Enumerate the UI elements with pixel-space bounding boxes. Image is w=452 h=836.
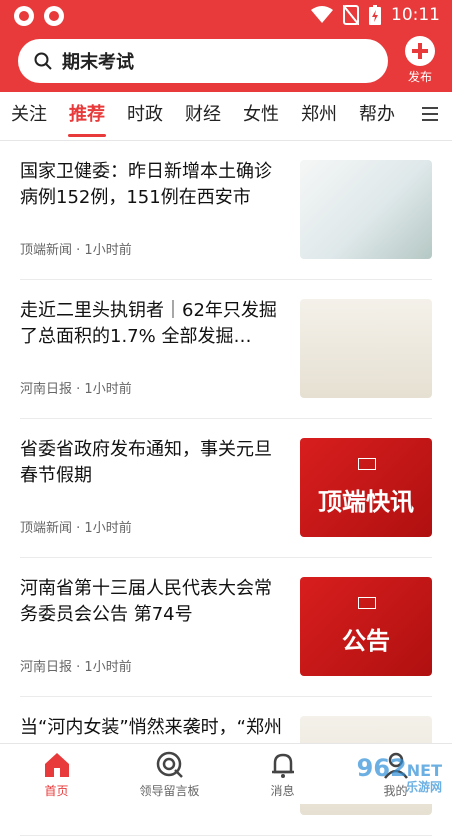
news-thumbnail: 顶端快讯 <box>300 438 432 537</box>
watermark-logo: 962NET 乐游网 <box>356 754 442 794</box>
system-status: 10:11 <box>311 5 440 25</box>
notification-icons <box>14 6 64 26</box>
news-title: 国家卫健委：昨日新增本土确诊病例152例，151例在西安市 <box>20 161 272 208</box>
channel-tabs: 关注 推荐 时政 财经 女性 郑州 帮办 <box>0 92 452 141</box>
clock: 10:11 <box>391 5 440 25</box>
tab-5[interactable]: 郑州 <box>290 92 348 140</box>
news-time: 1小时前 <box>84 243 132 258</box>
news-item[interactable]: 走近二里头执钥者｜62年只发掘了总面积的1.7% 全部发掘… 河南日报 · 1小时… <box>0 280 452 419</box>
tab-6[interactable]: 帮办 <box>348 92 406 140</box>
brand-tag <box>358 597 376 609</box>
tab-4[interactable]: 女性 <box>232 92 290 140</box>
publish-button[interactable]: 发布 <box>400 36 440 85</box>
tab-0[interactable]: 关注 <box>0 92 58 140</box>
brand-tag <box>358 458 376 470</box>
app-notification-icon <box>14 6 34 26</box>
news-meta: 河南日报 · 1小时前 <box>20 382 132 397</box>
news-time: 1小时前 <box>84 382 132 397</box>
news-item[interactable]: 省委省政府发布通知，事关元旦春节假期顶端新闻 · 1小时前 顶端快讯 <box>0 419 452 558</box>
news-meta: 顶端新闻 · 1小时前 <box>20 243 132 258</box>
thumbnail-text: 公告 <box>342 627 390 655</box>
publish-label: 发布 <box>407 70 432 84</box>
nav-label: 领导留言板 <box>139 784 200 798</box>
news-title: 河南省第十三届人民代表大会常务委员会公告 第74号 <box>20 578 272 625</box>
news-item[interactable]: 河南省第十三届人民代表大会常务委员会公告 第74号河南日报 · 1小时前 公告 <box>0 558 452 697</box>
news-time: 1小时前 <box>84 660 132 675</box>
wifi-icon <box>311 6 333 23</box>
news-title: 省委省政府发布通知，事关元旦春节假期 <box>20 439 272 486</box>
news-time: 1小时前 <box>84 521 132 536</box>
battery-charging-icon <box>369 5 381 25</box>
search-icon <box>34 52 52 70</box>
nav-bell[interactable]: 消息 <box>226 744 339 804</box>
tab-1[interactable]: 推荐 <box>58 92 116 140</box>
news-source: 顶端新闻 <box>20 521 73 536</box>
news-thumbnail: 公告 <box>300 577 432 676</box>
news-item[interactable]: 国家卫健委：昨日新增本土确诊病例152例，151例在西安市顶端新闻 · 1小时前 <box>0 141 452 280</box>
nav-label: 首页 <box>44 784 69 798</box>
news-meta: 河南日报 · 1小时前 <box>20 660 132 675</box>
app-notification-icon <box>44 6 64 26</box>
no-sim-icon <box>343 5 359 25</box>
news-thumbnail <box>300 299 432 398</box>
bell-icon <box>268 750 298 780</box>
home-icon <box>42 750 72 780</box>
tab-2[interactable]: 时政 <box>116 92 174 140</box>
news-source: 河南日报 <box>20 382 73 397</box>
tab-3[interactable]: 财经 <box>174 92 232 140</box>
message-board-icon <box>155 750 185 780</box>
news-source: 顶端新闻 <box>20 243 73 258</box>
news-thumbnail <box>300 160 432 259</box>
app-header: 期末考试 发布 <box>0 32 452 92</box>
news-feed: 国家卫健委：昨日新增本土确诊病例152例，151例在西安市顶端新闻 · 1小时前… <box>0 141 452 836</box>
menu-icon[interactable] <box>422 107 438 123</box>
tab-row: 关注 推荐 时政 财经 女性 郑州 帮办 <box>0 92 410 140</box>
thumbnail-text: 顶端快讯 <box>318 488 414 516</box>
news-title: 走近二里头执钥者｜62年只发掘了总面积的1.7% 全部发掘… <box>20 300 277 347</box>
news-source: 河南日报 <box>20 660 73 675</box>
news-meta: 顶端新闻 · 1小时前 <box>20 521 132 536</box>
status-bar: 10:11 <box>0 0 452 32</box>
search-query: 期末考试 <box>62 52 134 73</box>
nav-message-board[interactable]: 领导留言板 <box>113 744 226 804</box>
nav-label: 消息 <box>270 784 295 798</box>
plus-icon <box>405 36 435 66</box>
nav-home[interactable]: 首页 <box>0 744 113 804</box>
search-bar[interactable]: 期末考试 <box>18 39 388 83</box>
